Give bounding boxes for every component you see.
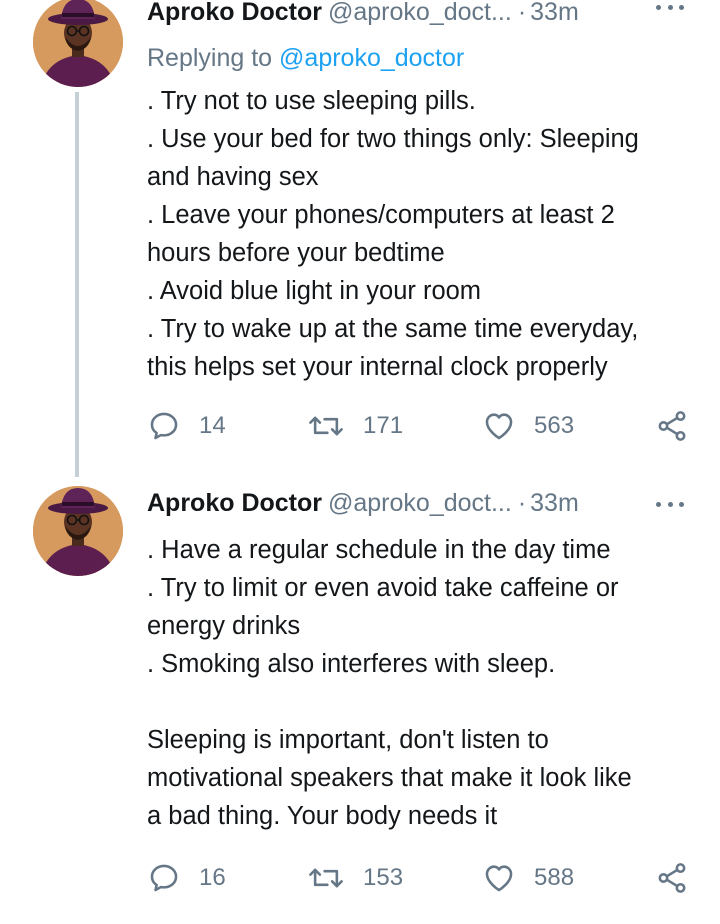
avatar[interactable] — [33, 486, 123, 576]
timestamp[interactable]: 33m — [530, 0, 579, 26]
reply-icon — [147, 409, 181, 443]
reply-count: 16 — [199, 864, 226, 891]
thread-connector-line — [75, 92, 79, 477]
like-button[interactable]: 588 — [482, 858, 574, 898]
share-button[interactable] — [655, 406, 689, 446]
retweet-count: 171 — [363, 412, 404, 439]
replying-prefix: Replying to — [147, 44, 273, 72]
replying-to: Replying to @aproko_doctor — [147, 39, 464, 77]
author-handle[interactable]: @aproko_doct... — [328, 0, 512, 26]
separator: · — [517, 0, 527, 26]
more-icon[interactable] — [656, 5, 684, 11]
tweet-text-line: . Try to wake up at the same time everyd… — [147, 315, 639, 343]
retweet-count: 153 — [363, 864, 404, 891]
author-name[interactable]: Aproko Doctor — [147, 0, 322, 26]
reply-button[interactable]: 14 — [147, 406, 226, 446]
tweet-header: Aproko Doctor @aproko_doct... · 33m — [147, 483, 707, 523]
tweet-text-line: . Avoid blue light in your room — [147, 277, 482, 305]
retweet-button[interactable]: 153 — [307, 858, 403, 898]
tweet-text-line: Sleeping is important, don't listen to — [147, 726, 549, 754]
timestamp[interactable]: 33m — [530, 489, 579, 517]
avatar[interactable] — [33, 0, 123, 87]
tweet-text-line: . Smoking also interferes with sleep. — [147, 650, 556, 678]
share-icon — [655, 861, 689, 895]
author-name[interactable]: Aproko Doctor — [147, 489, 322, 517]
author-handle[interactable]: @aproko_doct... — [328, 489, 512, 517]
retweet-button[interactable]: 171 — [307, 406, 403, 446]
tweet-text-line: . Leave your phones/computers at least 2 — [147, 201, 615, 229]
paragraph-break — [147, 683, 692, 721]
like-button[interactable]: 563 — [482, 406, 574, 446]
heart-icon — [482, 861, 516, 895]
tweet-text-line: hours before your bedtime — [147, 239, 445, 267]
tweet-text: . Try not to use sleeping pills. . Use y… — [147, 82, 692, 386]
more-icon[interactable] — [656, 502, 684, 508]
like-count: 588 — [534, 864, 575, 891]
retweet-icon — [307, 409, 345, 443]
share-button[interactable] — [655, 858, 689, 898]
retweet-icon — [307, 861, 345, 895]
tweet-text-line: . Try not to use sleeping pills. — [147, 87, 476, 115]
share-icon — [655, 409, 689, 443]
tweet-text-line: . Try to limit or even avoid take caffei… — [147, 574, 619, 602]
like-count: 563 — [534, 412, 575, 439]
separator: · — [517, 489, 527, 517]
reply-icon — [147, 861, 181, 895]
tweet-text-line: and having sex — [147, 163, 319, 191]
tweet-actions: 16 153 588 — [147, 858, 692, 898]
heart-icon — [482, 409, 516, 443]
tweet-text-line: energy drinks — [147, 612, 301, 640]
reply-count: 14 — [199, 412, 226, 439]
tweet-text-line: a bad thing. Your body needs it — [147, 802, 498, 830]
tweet-text-line: motivational speakers that make it look … — [147, 764, 632, 792]
tweet-thread: Aproko Doctor @aproko_doct... · 33m Replyin… — [0, 0, 720, 924]
tweet-actions: 14 171 563 — [147, 406, 692, 446]
tweet-header: Aproko Doctor @aproko_doct... · 33m — [147, 0, 707, 32]
tweet-text-line: . Have a regular schedule in the day tim… — [147, 536, 611, 564]
tweet-text: . Have a regular schedule in the day tim… — [147, 531, 692, 835]
tweet-text-line: this helps set your internal clock prope… — [147, 353, 608, 381]
tweet-text-line: . Use your bed for two things only: Slee… — [147, 125, 639, 153]
reply-mention-link[interactable]: @aproko_doctor — [279, 44, 464, 72]
reply-button[interactable]: 16 — [147, 858, 226, 898]
